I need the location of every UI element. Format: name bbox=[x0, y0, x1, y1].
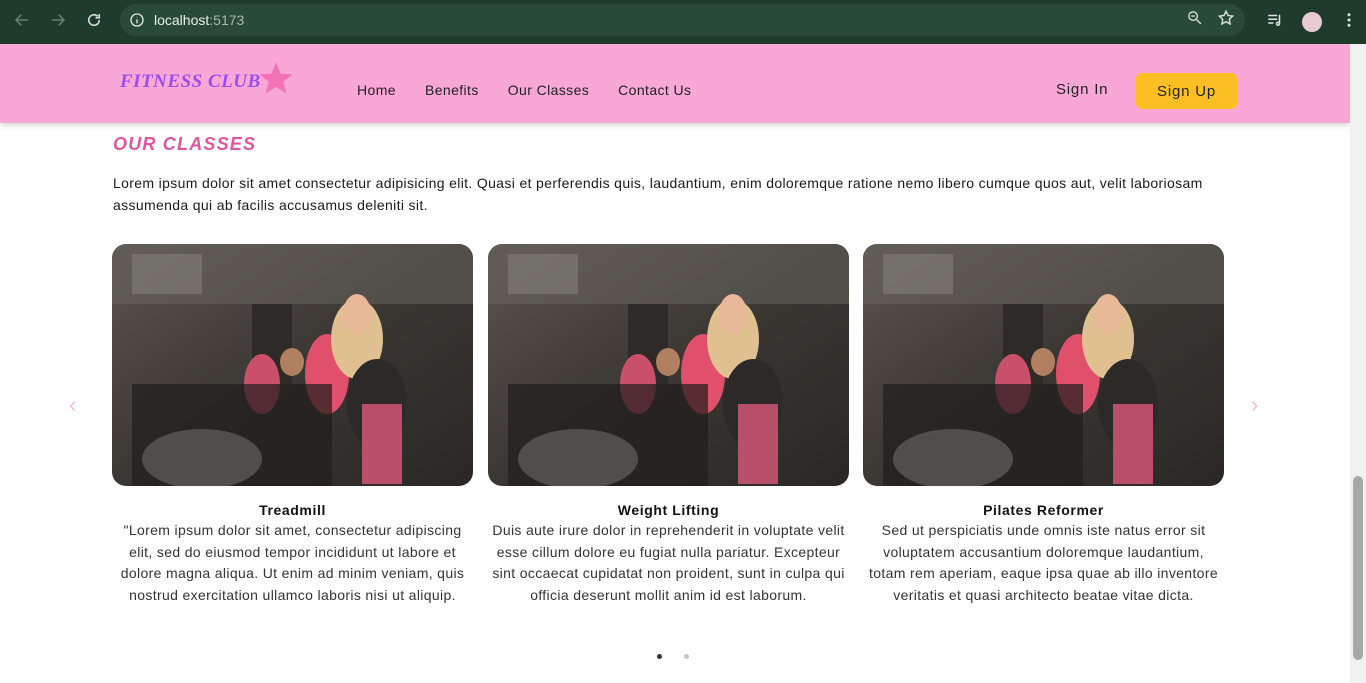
class-card[interactable]: Treadmill "Lorem ipsum dolor sit amet, c… bbox=[112, 244, 473, 606]
profile-avatar[interactable] bbox=[1302, 12, 1322, 32]
star-icon bbox=[259, 62, 293, 94]
class-card[interactable]: Pilates Reformer Sed ut perspiciatis und… bbox=[863, 244, 1224, 606]
address-bar[interactable]: localhost:5173 bbox=[120, 4, 1245, 36]
class-description: Sed ut perspiciatis unde omnis iste natu… bbox=[869, 522, 1218, 603]
page-scrollbar[interactable] bbox=[1350, 44, 1366, 683]
menu-item-home[interactable]: Home bbox=[357, 82, 396, 98]
site-navbar: FITNESS CLUB Home Benefits Our Classes C… bbox=[0, 44, 1350, 123]
scrollbar-thumb[interactable] bbox=[1353, 476, 1363, 660]
class-image bbox=[112, 244, 473, 486]
carousel-pagination bbox=[657, 654, 689, 659]
menu-item-benefits[interactable]: Benefits bbox=[425, 82, 479, 98]
site-info-icon[interactable] bbox=[120, 12, 154, 28]
page-viewport: FITNESS CLUB Home Benefits Our Classes C… bbox=[0, 44, 1350, 683]
zoom-icon[interactable] bbox=[1186, 9, 1203, 31]
sign-up-button[interactable]: Sign Up bbox=[1136, 73, 1237, 109]
class-card[interactable]: Weight Lifting Duis aute irure dolor in … bbox=[488, 244, 849, 606]
menu-item-our-classes[interactable]: Our Classes bbox=[508, 82, 589, 98]
class-title: Treadmill bbox=[259, 502, 326, 518]
section-intro: Lorem ipsum dolor sit amet consectetur a… bbox=[113, 175, 1203, 213]
forward-icon[interactable] bbox=[40, 2, 76, 38]
sign-in-link[interactable]: Sign In bbox=[1056, 81, 1108, 98]
media-control-icon[interactable] bbox=[1266, 11, 1284, 34]
class-description: Duis aute irure dolor in reprehenderit i… bbox=[492, 522, 845, 603]
class-description: "Lorem ipsum dolor sit amet, consectetur… bbox=[120, 522, 465, 603]
carousel-next-arrow[interactable]: › bbox=[1251, 392, 1258, 418]
class-title: Weight Lifting bbox=[617, 502, 720, 518]
reload-icon[interactable] bbox=[76, 2, 112, 38]
carousel-dot-1[interactable] bbox=[657, 654, 662, 659]
class-title: Pilates Reformer bbox=[983, 502, 1104, 518]
url-text[interactable]: localhost:5173 bbox=[154, 12, 244, 28]
menu-item-contact-us[interactable]: Contact Us bbox=[618, 82, 691, 98]
browser-toolbar: localhost:5173 bbox=[0, 0, 1366, 44]
section-title: OUR CLASSES bbox=[113, 134, 257, 154]
site-logo[interactable]: FITNESS CLUB bbox=[120, 62, 295, 98]
carousel-prev-arrow[interactable]: ‹ bbox=[69, 392, 76, 418]
class-image bbox=[863, 244, 1224, 486]
logo-text: FITNESS CLUB bbox=[120, 71, 261, 92]
back-icon[interactable] bbox=[4, 2, 40, 38]
class-image bbox=[488, 244, 849, 486]
bookmark-star-icon[interactable] bbox=[1217, 9, 1235, 32]
carousel-dot-2[interactable] bbox=[684, 654, 689, 659]
main-menu: Home Benefits Our Classes Contact Us bbox=[357, 82, 691, 98]
more-menu-icon[interactable] bbox=[1340, 11, 1358, 34]
